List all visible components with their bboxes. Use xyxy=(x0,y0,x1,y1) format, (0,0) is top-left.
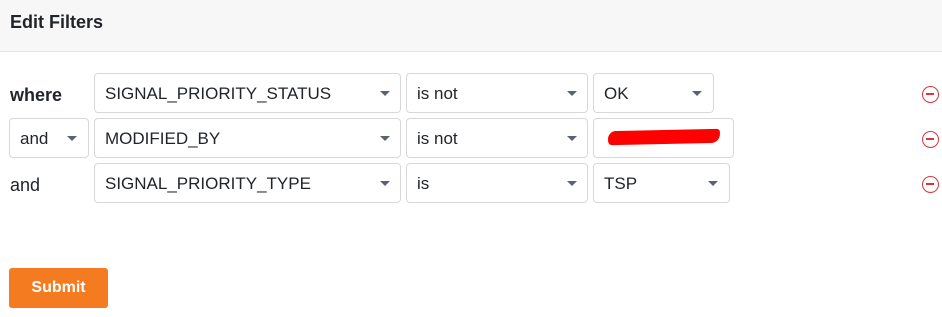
remove-filter-icon[interactable] xyxy=(922,176,939,193)
field-select-value: MODIFIED_BY xyxy=(105,129,221,148)
operator-select-row-3[interactable]: is xyxy=(406,163,588,203)
conjunction-select-value: and xyxy=(20,129,49,148)
value-select-row-3[interactable]: TSP xyxy=(593,163,730,203)
operator-select-row-1[interactable]: is not xyxy=(406,73,588,113)
remove-filter-icon[interactable] xyxy=(922,86,939,103)
submit-button[interactable]: Submit xyxy=(9,268,108,308)
chevron-down-icon xyxy=(380,91,390,96)
field-select-row-2[interactable]: MODIFIED_BY xyxy=(94,118,401,158)
operator-select-value: is xyxy=(417,174,430,193)
value-select-row-1[interactable]: OK xyxy=(593,73,714,113)
chevron-down-icon xyxy=(567,91,577,96)
conjunction-select-row-2[interactable]: and xyxy=(9,118,89,158)
field-select-value: SIGNAL_PRIORITY_STATUS xyxy=(105,84,332,103)
operator-select-value: is not xyxy=(417,129,458,148)
dialog-header: Edit Filters xyxy=(0,0,942,52)
field-select-row-3[interactable]: SIGNAL_PRIORITY_TYPE xyxy=(94,163,401,203)
value-select-row-2[interactable] xyxy=(593,118,734,158)
chevron-down-icon xyxy=(692,91,702,96)
chevron-down-icon xyxy=(567,136,577,141)
operator-select-value: is not xyxy=(417,84,458,103)
operator-select-row-2[interactable]: is not xyxy=(406,118,588,158)
value-select-value: OK xyxy=(604,84,629,103)
field-select-row-1[interactable]: SIGNAL_PRIORITY_STATUS xyxy=(94,73,401,113)
field-select-value: SIGNAL_PRIORITY_TYPE xyxy=(105,174,311,193)
remove-filter-icon[interactable] xyxy=(922,131,939,148)
page-title: Edit Filters xyxy=(10,12,104,32)
conjunction-where-label: where xyxy=(10,85,63,105)
conjunction-and-label: and xyxy=(10,175,41,195)
redaction-mark xyxy=(607,128,721,146)
chevron-down-icon xyxy=(380,136,390,141)
chevron-down-icon xyxy=(67,136,77,141)
value-select-value: TSP xyxy=(604,174,638,193)
chevron-down-icon xyxy=(708,181,718,186)
chevron-down-icon xyxy=(567,181,577,186)
chevron-down-icon xyxy=(380,181,390,186)
